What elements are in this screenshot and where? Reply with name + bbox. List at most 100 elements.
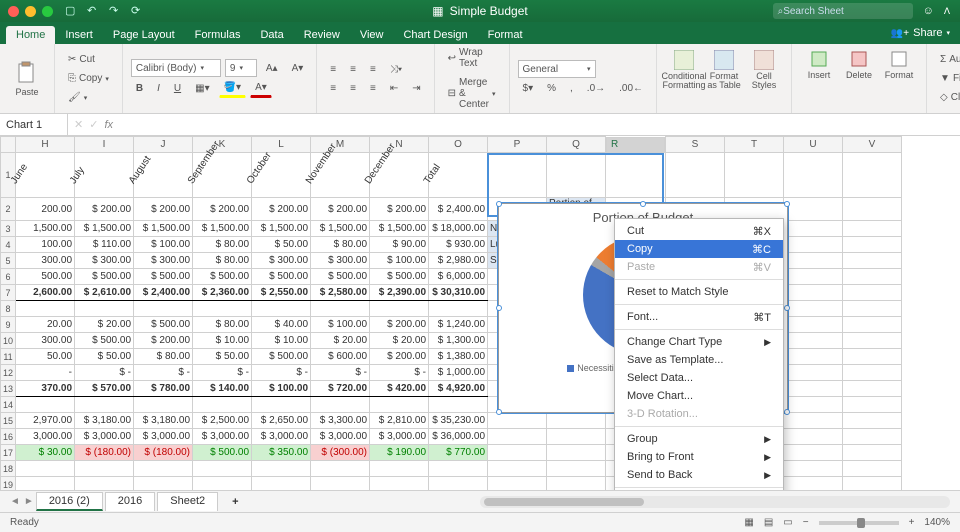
menu-item-save-as-template-[interactable]: Save as Template... <box>615 351 783 369</box>
dec-decimal-button[interactable]: .00← <box>614 80 648 97</box>
percent-button[interactable]: % <box>542 80 561 97</box>
resize-handle[interactable] <box>496 305 502 311</box>
cell[interactable] <box>784 221 843 237</box>
cell[interactable] <box>370 477 429 491</box>
row-header[interactable]: 10 <box>1 333 16 349</box>
cell[interactable]: November <box>311 153 370 198</box>
cell[interactable]: $ 1,500.00 <box>193 221 252 237</box>
merge-button[interactable]: ⊟Merge & Center▾ <box>443 74 501 113</box>
cell[interactable]: $ 3,180.00 <box>134 413 193 429</box>
cell[interactable] <box>193 301 252 317</box>
align-right-button[interactable]: ≡ <box>365 80 381 97</box>
col-header[interactable]: S <box>666 137 725 153</box>
cell[interactable] <box>370 397 429 413</box>
cell[interactable] <box>75 397 134 413</box>
user-icon[interactable]: ☺ <box>923 5 934 17</box>
col-header[interactable]: L <box>252 137 311 153</box>
cell-styles-button[interactable]: Cell Styles <box>745 48 783 109</box>
cell[interactable] <box>784 461 843 477</box>
fill-color-button[interactable]: 🪣▾ <box>219 79 246 98</box>
cell[interactable] <box>666 153 725 198</box>
cell[interactable] <box>784 198 843 221</box>
cell[interactable]: $ (180.00) <box>134 445 193 461</box>
col-header[interactable]: H <box>16 137 75 153</box>
cell[interactable] <box>784 397 843 413</box>
cell[interactable] <box>488 461 547 477</box>
tab-home[interactable]: Home <box>6 26 55 44</box>
col-header[interactable]: N <box>370 137 429 153</box>
fx-icon[interactable]: fx <box>104 119 113 131</box>
save-icon[interactable]: ▢ <box>65 4 79 18</box>
row-header[interactable]: 2 <box>1 198 16 221</box>
cell[interactable]: $ (300.00) <box>311 445 370 461</box>
cell[interactable] <box>547 153 606 198</box>
row-header[interactable]: 4 <box>1 237 16 253</box>
cell[interactable] <box>311 301 370 317</box>
cell[interactable]: $ 80.00 <box>193 237 252 253</box>
cell[interactable]: $ 3,300.00 <box>311 413 370 429</box>
col-header[interactable]: U <box>784 137 843 153</box>
col-header[interactable]: O <box>429 137 488 153</box>
cell[interactable] <box>784 153 843 198</box>
cell[interactable]: $ 200.00 <box>370 317 429 333</box>
comma-button[interactable]: , <box>565 80 578 97</box>
cell[interactable]: $ 200.00 <box>193 198 252 221</box>
cell[interactable] <box>843 237 902 253</box>
cell[interactable]: $ 140.00 <box>193 381 252 397</box>
cell[interactable]: $ 300.00 <box>252 253 311 269</box>
row-header[interactable]: 19 <box>1 477 16 491</box>
cell[interactable]: August <box>134 153 193 198</box>
align-center-button[interactable]: ≡ <box>345 80 361 97</box>
cell[interactable]: $ 20.00 <box>75 317 134 333</box>
view-normal-icon[interactable]: ▦ <box>744 517 753 528</box>
cell[interactable]: $ 500.00 <box>193 445 252 461</box>
tab-page-layout[interactable]: Page Layout <box>103 26 185 44</box>
cell[interactable] <box>252 461 311 477</box>
cell[interactable] <box>843 333 902 349</box>
cell[interactable]: $ 300.00 <box>75 253 134 269</box>
col-header[interactable]: M <box>311 137 370 153</box>
cell[interactable] <box>547 461 606 477</box>
cell[interactable]: $ 100.00 <box>252 381 311 397</box>
tab-formulas[interactable]: Formulas <box>185 26 251 44</box>
cell[interactable]: $ 600.00 <box>311 349 370 365</box>
cell[interactable] <box>843 221 902 237</box>
cell[interactable]: $ 50.00 <box>193 349 252 365</box>
cell[interactable]: $ 500.00 <box>75 333 134 349</box>
cell[interactable]: $ 200.00 <box>370 198 429 221</box>
cell[interactable]: $ 2,400.00 <box>429 198 488 221</box>
cell[interactable] <box>843 269 902 285</box>
maximize-window-icon[interactable] <box>42 6 53 17</box>
zoom-level[interactable]: 140% <box>924 517 950 528</box>
cell[interactable]: 100.00 <box>16 237 75 253</box>
cell[interactable]: July <box>75 153 134 198</box>
font-size-select[interactable]: 9▾ <box>225 59 257 77</box>
spreadsheet-grid[interactable]: HIJKLMNOPQRSTUV1JuneJulyAugustSeptemberO… <box>0 136 960 490</box>
view-break-icon[interactable]: ▭ <box>783 517 792 528</box>
insert-cells-button[interactable]: Insert <box>800 48 838 109</box>
zoom-out-button[interactable]: − <box>803 517 809 528</box>
currency-button[interactable]: $▾ <box>518 80 539 97</box>
cell[interactable]: $ 1,500.00 <box>311 221 370 237</box>
resize-handle[interactable] <box>496 409 502 415</box>
conditional-formatting-button[interactable]: Conditional Formatting <box>665 48 703 109</box>
enter-formula-icon[interactable]: ✓ <box>89 118 98 131</box>
cell[interactable] <box>311 477 370 491</box>
cell[interactable]: Total <box>429 153 488 198</box>
cell[interactable]: $ 36,000.00 <box>429 429 488 445</box>
align-left-button[interactable]: ≡ <box>325 80 341 97</box>
cell[interactable]: $ 200.00 <box>134 333 193 349</box>
cell[interactable] <box>547 413 606 429</box>
row-header[interactable]: 3 <box>1 221 16 237</box>
cell[interactable]: $ 1,500.00 <box>134 221 193 237</box>
cell[interactable]: $ 200.00 <box>134 198 193 221</box>
cell[interactable]: $ 2,650.00 <box>252 413 311 429</box>
delete-cells-button[interactable]: Delete <box>840 48 878 109</box>
cell[interactable] <box>311 461 370 477</box>
cell[interactable]: $ 1,500.00 <box>252 221 311 237</box>
cell[interactable]: $ 1,380.00 <box>429 349 488 365</box>
cell[interactable]: - <box>16 365 75 381</box>
cell[interactable]: $ 10.00 <box>252 333 311 349</box>
indent-dec-button[interactable]: ⇤ <box>385 80 403 97</box>
redo-icon[interactable]: ↷ <box>109 4 123 18</box>
